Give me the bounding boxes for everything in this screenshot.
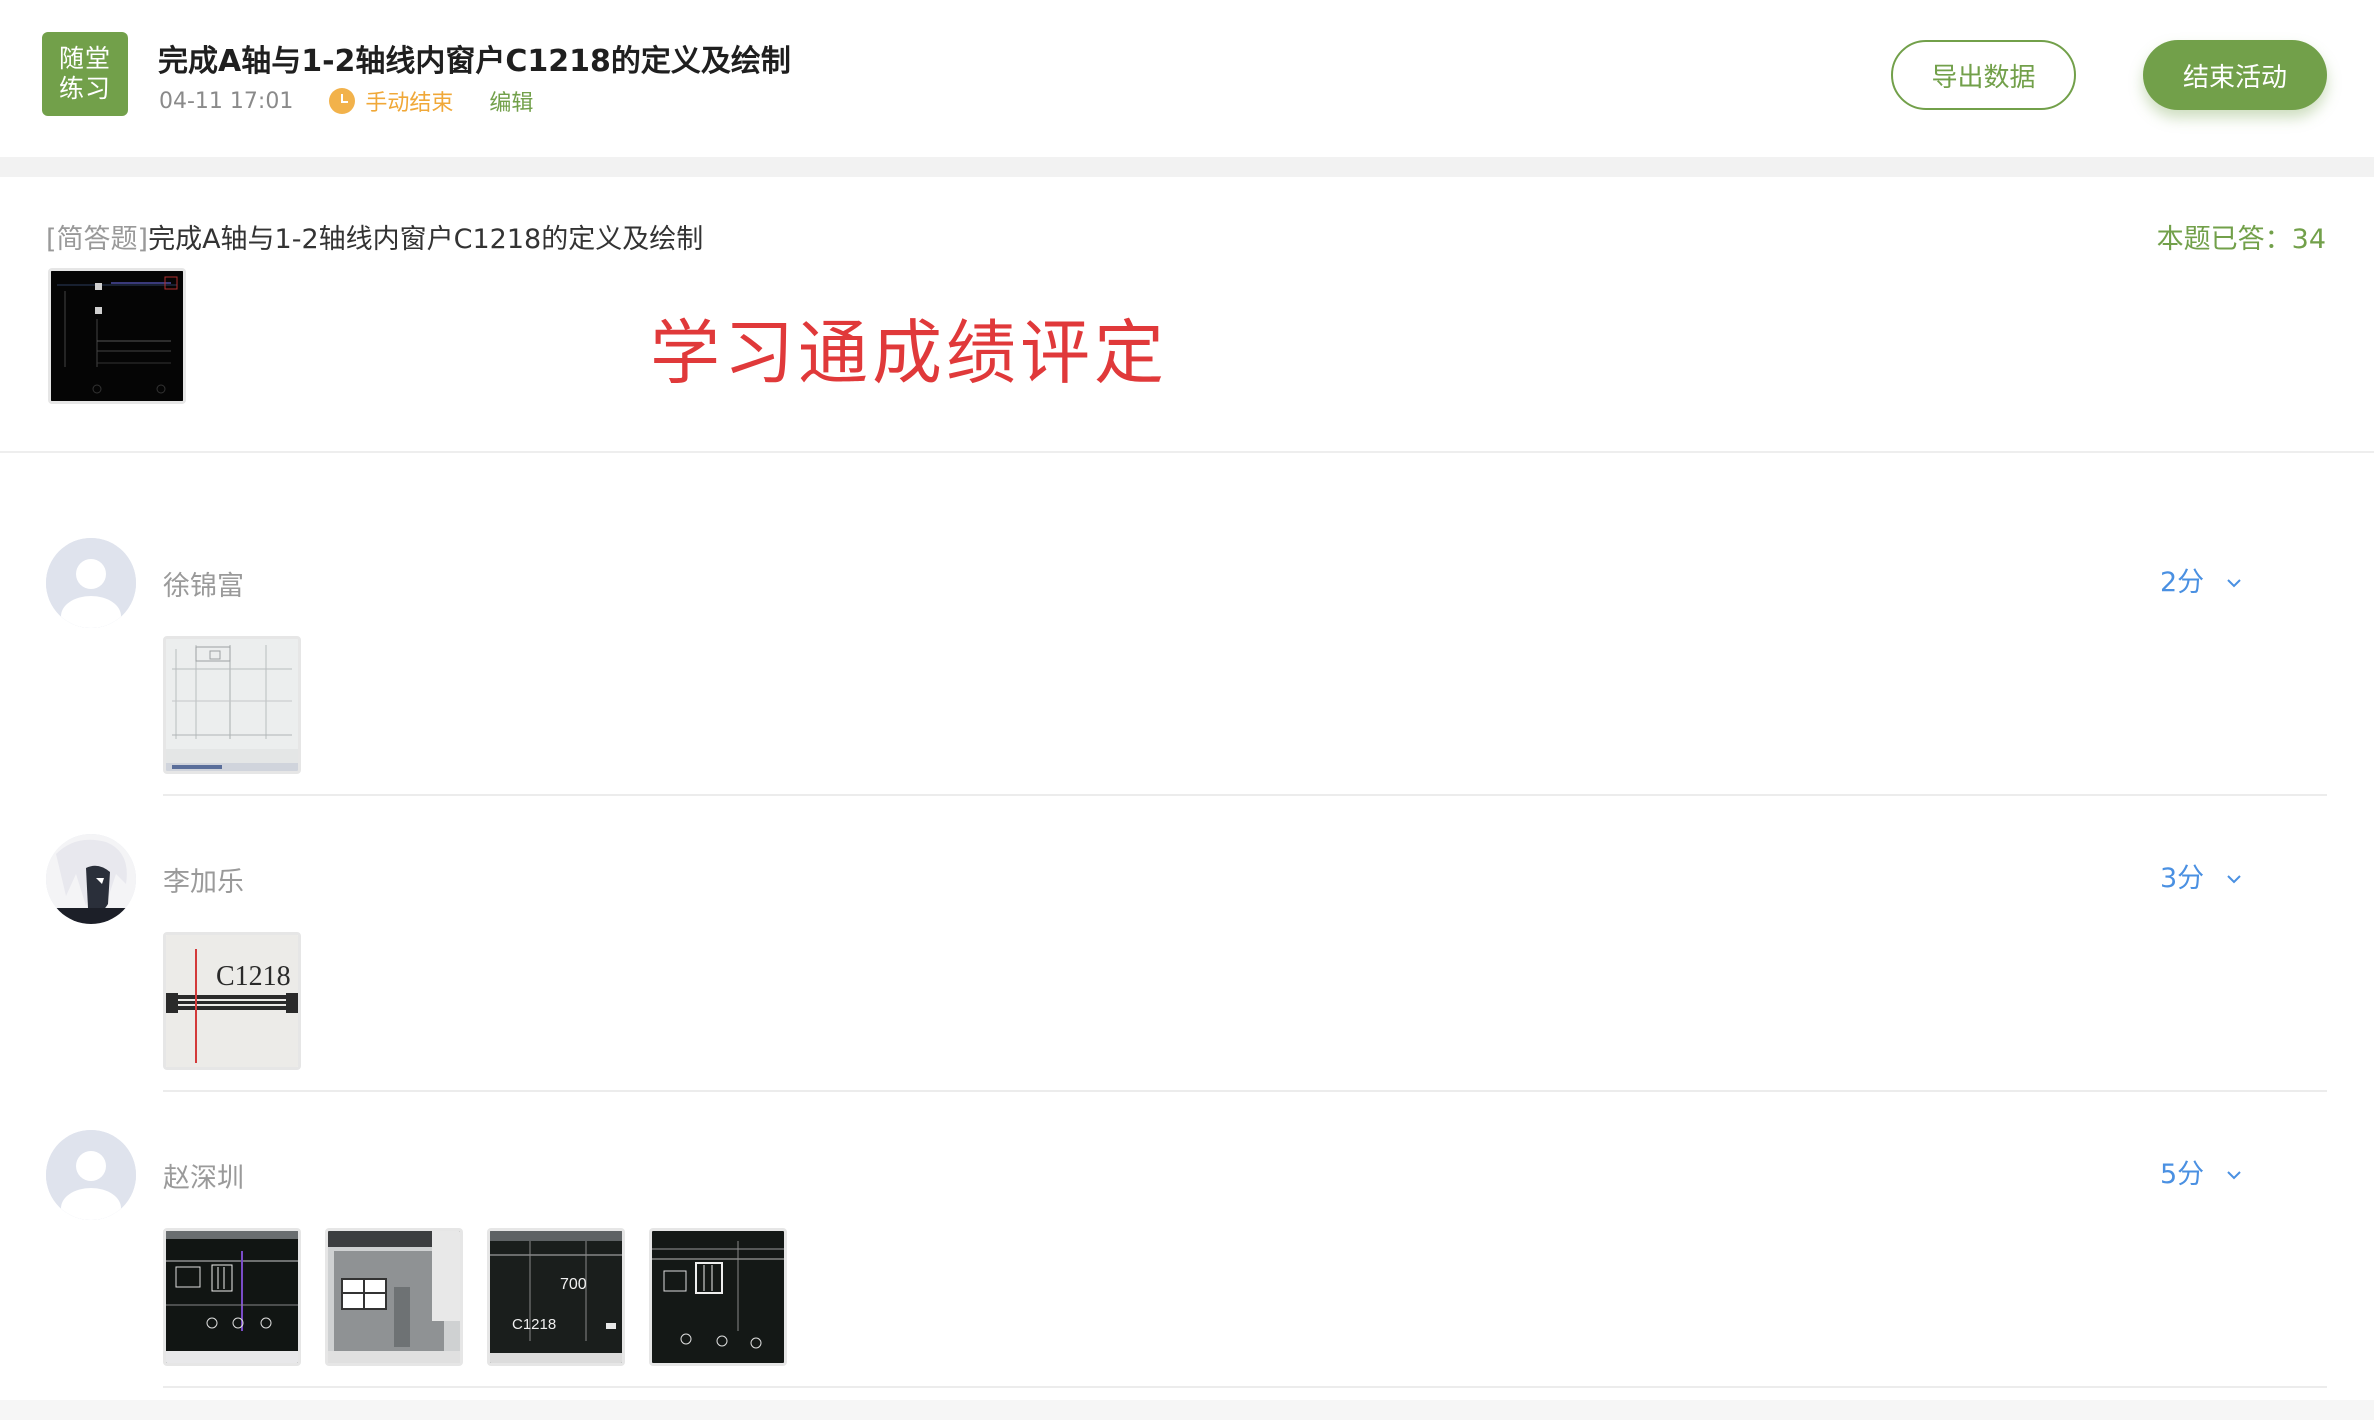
bottom-band <box>0 1400 2374 1420</box>
score-dropdown[interactable]: 3分 <box>2160 856 2242 895</box>
score-dropdown[interactable]: 5分 <box>2160 1152 2242 1191</box>
question-section: [简答题]完成A轴与1-2轴线内窗户C1218的定义及绘制 本题已答：34 学习… <box>0 177 2374 453</box>
chevron-down-icon <box>2226 1156 2242 1187</box>
avatar <box>46 538 136 628</box>
clock-icon <box>329 88 356 114</box>
answer-images: 700 C1218 <box>163 1228 787 1366</box>
grading-watermark: 学习通成绩评定 <box>650 312 1168 394</box>
score-value: 2分 <box>2160 567 2205 598</box>
answered-count: 本题已答：34 <box>2156 224 2326 255</box>
chevron-down-icon <box>2226 860 2242 891</box>
activity-title: 完成A轴与1-2轴线内窗户C1218的定义及绘制 <box>158 44 791 79</box>
student-name: 徐锦富 <box>163 571 244 602</box>
answer-image[interactable] <box>649 1228 787 1366</box>
activity-status: 手动结束 <box>365 91 454 116</box>
activity-type-badge: 随堂 练习 <box>42 32 128 116</box>
row-divider <box>163 1386 2327 1388</box>
avatar <box>46 834 136 924</box>
export-data-button[interactable]: 导出数据 <box>1891 40 2076 110</box>
question-line: [简答题]完成A轴与1-2轴线内窗户C1218的定义及绘制 <box>46 217 703 256</box>
answer-image[interactable] <box>325 1228 463 1366</box>
activity-datetime: 04-11 17:01 <box>159 88 294 114</box>
chevron-down-icon <box>2226 564 2242 595</box>
activity-meta: 04-11 17:01 手动结束 编辑 <box>159 86 533 116</box>
svg-text:C1218: C1218 <box>216 961 291 992</box>
section-divider-band <box>0 157 2374 177</box>
question-type: [简答题] <box>46 224 149 255</box>
badge-line-1: 随堂 <box>58 44 111 73</box>
answer-images <box>163 636 301 774</box>
end-activity-button[interactable]: 结束活动 <box>2143 40 2327 110</box>
answer-images: C1218 <box>163 932 301 1070</box>
student-name: 赵深圳 <box>163 1163 244 1194</box>
score-dropdown[interactable]: 2分 <box>2160 560 2242 599</box>
avatar <box>46 1130 136 1220</box>
edit-link[interactable]: 编辑 <box>489 85 533 117</box>
badge-line-2: 练习 <box>58 74 111 103</box>
answer-image[interactable] <box>163 636 301 774</box>
answer-image[interactable]: C1218 <box>163 932 301 1070</box>
row-divider <box>163 1090 2327 1092</box>
answer-image[interactable]: 700 C1218 <box>487 1228 625 1366</box>
question-text: 完成A轴与1-2轴线内窗户C1218的定义及绘制 <box>148 224 704 255</box>
activity-header: 随堂 练习 完成A轴与1-2轴线内窗户C1218的定义及绘制 04-11 17:… <box>0 0 2374 157</box>
question-image[interactable] <box>48 268 186 404</box>
answer-image[interactable] <box>163 1228 301 1366</box>
student-name: 李加乐 <box>163 867 244 898</box>
svg-text:700: 700 <box>560 1276 587 1293</box>
svg-text:C1218: C1218 <box>512 1316 556 1333</box>
score-value: 3分 <box>2160 863 2205 894</box>
row-divider <box>163 794 2327 796</box>
score-value: 5分 <box>2160 1159 2205 1190</box>
